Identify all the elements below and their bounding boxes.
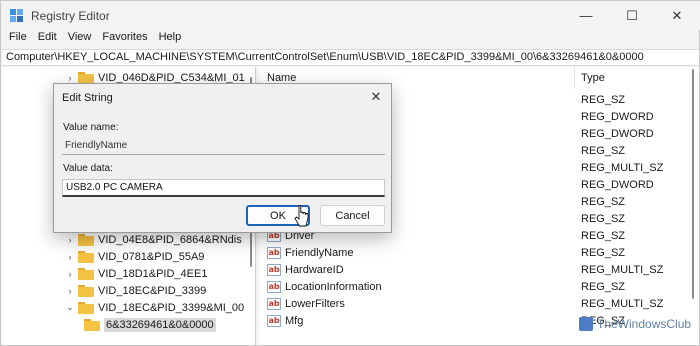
value-name: LowerFilters bbox=[285, 298, 345, 310]
minimize-icon: — bbox=[579, 8, 593, 23]
close-button[interactable]: ✕ bbox=[654, 1, 700, 30]
folder-icon bbox=[84, 318, 100, 331]
maximize-button[interactable]: ☐ bbox=[609, 1, 655, 30]
value-type: REG_SZ bbox=[581, 247, 626, 259]
string-value-icon: ab bbox=[267, 264, 281, 276]
registry-editor-window: Registry Editor — ☐ ✕ File Edit View Fav… bbox=[0, 0, 700, 346]
watermark-text: TheWindowsClub bbox=[597, 317, 692, 331]
chevron-right-icon[interactable]: › bbox=[64, 286, 76, 296]
list-row[interactable]: ab FriendlyName REG_SZ bbox=[259, 245, 689, 262]
value-type: REG_SZ bbox=[581, 281, 626, 293]
value-type: REG_SZ bbox=[581, 213, 626, 225]
maximize-icon: ☐ bbox=[626, 7, 638, 23]
values-scroll-thumb[interactable] bbox=[692, 69, 694, 299]
value-type: REG_DWORD bbox=[581, 111, 654, 123]
list-row[interactable]: ab LowerFilters REG_MULTI_SZ bbox=[259, 296, 689, 313]
title-bar: Registry Editor — ☐ ✕ bbox=[1, 1, 700, 30]
chevron-right-icon[interactable]: › bbox=[64, 235, 76, 245]
value-data-label: Value data: bbox=[63, 163, 113, 174]
window-title: Registry Editor bbox=[31, 9, 110, 23]
menu-favorites[interactable]: Favorites bbox=[94, 30, 147, 48]
value-name: HardwareID bbox=[285, 264, 344, 276]
column-header-type[interactable]: Type bbox=[581, 67, 605, 89]
folder-icon bbox=[78, 71, 94, 84]
tree-item[interactable]: › VID_18EC&PID_3399 bbox=[64, 282, 206, 299]
value-data-input[interactable] bbox=[62, 179, 385, 197]
value-type: REG_DWORD bbox=[581, 128, 654, 140]
dialog-title: Edit String bbox=[62, 92, 113, 104]
string-value-icon: ab bbox=[267, 315, 281, 327]
close-icon: ✕ bbox=[370, 89, 382, 104]
value-name-label: Value name: bbox=[63, 122, 119, 133]
value-type: REG_SZ bbox=[581, 145, 626, 157]
watermark-logo-icon bbox=[579, 317, 593, 331]
value-name: Mfg bbox=[285, 315, 304, 327]
value-type: REG_MULTI_SZ bbox=[581, 162, 664, 174]
close-icon: ✕ bbox=[671, 7, 683, 23]
tree-item-label: 6&33269461&0&0000 bbox=[104, 317, 216, 332]
folder-icon bbox=[78, 301, 94, 314]
column-divider[interactable] bbox=[574, 67, 575, 89]
values-scrollbar[interactable] bbox=[689, 67, 697, 345]
value-type: REG_SZ bbox=[581, 230, 626, 242]
tree-item-selected[interactable]: 6&33269461&0&0000 bbox=[82, 316, 216, 333]
tree-item-label: VID_04E8&PID_6864&RNdis bbox=[98, 233, 242, 246]
string-value-icon: ab bbox=[267, 281, 281, 293]
folder-icon bbox=[78, 284, 94, 297]
string-value-icon: ab bbox=[267, 298, 281, 310]
menu-file[interactable]: File bbox=[1, 30, 27, 48]
tree-item[interactable]: › VID_0781&PID_55A9 bbox=[64, 248, 204, 265]
value-type: REG_MULTI_SZ bbox=[581, 298, 664, 310]
menu-help[interactable]: Help bbox=[151, 30, 182, 48]
menu-view[interactable]: View bbox=[60, 30, 92, 48]
folder-icon bbox=[78, 233, 94, 246]
minimize-button[interactable]: — bbox=[563, 1, 609, 30]
chevron-right-icon[interactable]: › bbox=[64, 252, 76, 262]
edit-string-dialog: Edit String ✕ Value name: FriendlyName V… bbox=[53, 83, 392, 233]
menu-bar: File Edit View Favorites Help bbox=[1, 30, 700, 48]
tree-item-label: VID_18EC&PID_3399&MI_00 bbox=[98, 301, 245, 314]
chevron-right-icon[interactable]: › bbox=[64, 73, 76, 83]
chevron-right-icon[interactable]: › bbox=[64, 269, 76, 279]
tree-item-label: VID_046D&PID_C534&MI_01 bbox=[98, 71, 245, 84]
value-type: REG_SZ bbox=[581, 196, 626, 208]
list-row[interactable]: ab LocationInformation REG_SZ bbox=[259, 279, 689, 296]
address-bar[interactable]: Computer\HKEY_LOCAL_MACHINE\SYSTEM\Curre… bbox=[2, 49, 699, 66]
value-name-field: FriendlyName bbox=[62, 137, 385, 155]
folder-icon bbox=[78, 267, 94, 280]
dialog-close-button[interactable]: ✕ bbox=[367, 88, 385, 106]
cancel-button[interactable]: Cancel bbox=[320, 205, 385, 226]
value-name: LocationInformation bbox=[285, 281, 382, 293]
mouse-pointer-icon bbox=[294, 205, 309, 227]
string-value-icon: ab bbox=[267, 247, 281, 259]
tree-item-label: VID_18EC&PID_3399 bbox=[98, 284, 207, 297]
tree-item[interactable]: › VID_18D1&PID_4EE1 bbox=[64, 265, 207, 282]
list-row[interactable]: ab HardwareID REG_MULTI_SZ bbox=[259, 262, 689, 279]
watermark: TheWindowsClub bbox=[579, 317, 691, 331]
value-type: REG_SZ bbox=[581, 94, 626, 106]
tree-item[interactable]: ⌄ VID_18EC&PID_3399&MI_00 bbox=[64, 299, 244, 316]
tree-item[interactable]: › VID_04E8&PID_6864&RNdis bbox=[64, 231, 242, 248]
value-type: REG_MULTI_SZ bbox=[581, 264, 664, 276]
menu-edit[interactable]: Edit bbox=[30, 30, 57, 48]
tree-item-label: VID_0781&PID_55A9 bbox=[98, 250, 205, 263]
value-type: REG_DWORD bbox=[581, 179, 654, 191]
chevron-down-icon[interactable]: ⌄ bbox=[64, 302, 76, 313]
registry-app-icon bbox=[10, 9, 23, 22]
value-name: FriendlyName bbox=[285, 247, 354, 259]
folder-icon bbox=[78, 250, 94, 263]
tree-item-label: VID_18D1&PID_4EE1 bbox=[98, 267, 208, 280]
